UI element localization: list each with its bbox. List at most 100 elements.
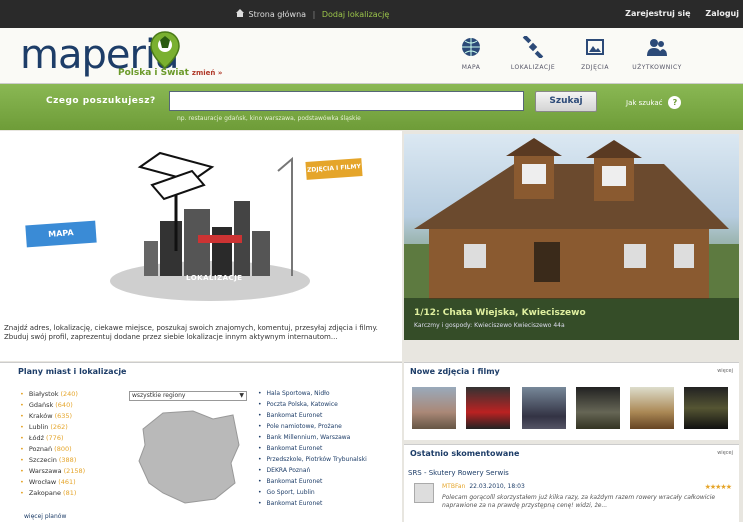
search-input[interactable] (169, 91, 524, 111)
panel-title: Ostatnio skomentowane (410, 449, 520, 458)
place-item[interactable]: Przedszkole, Piotrków Trybunalski (258, 456, 367, 467)
home-icon (236, 9, 244, 17)
city-item[interactable]: Wrocław(461) (20, 478, 85, 489)
hero-description: Znajdź adres, lokalizację, ciekawe miejs… (4, 324, 378, 341)
city-item[interactable]: Lublin(262) (20, 423, 85, 434)
help-icon: ? (668, 96, 682, 109)
place-item[interactable]: DEKRA Poznań (258, 467, 367, 478)
place-item[interactable]: Bank Millennium, Warszawa (258, 434, 367, 445)
tagline: Polska i Świat zmień » (118, 68, 222, 78)
logo-pin-icon (150, 31, 180, 69)
city-item[interactable]: Warszawa(2158) (20, 467, 85, 478)
recent-comments-panel: Ostatnio skomentowane więcej SRS - Skute… (404, 444, 739, 522)
nav-label: LOKALIZACJE (510, 64, 556, 71)
region-name: Polska i Świat (118, 68, 189, 78)
city-name: Gdańsk (28, 401, 54, 409)
city-item[interactable]: Białystok(240) (20, 390, 85, 401)
city-name: Łódź (28, 434, 45, 442)
city-name: Wrocław (28, 478, 57, 486)
nav-label: MAPA (461, 64, 481, 71)
photo-thumbnail[interactable] (522, 387, 566, 429)
nav-lokalizacje[interactable]: LOKALIZACJE (502, 36, 564, 71)
city-count: (800) (54, 445, 72, 453)
region-select-value: wszystkie regiony (132, 392, 186, 399)
city-count: (461) (58, 478, 76, 486)
place-item[interactable]: Bankomat Euronet (258, 478, 367, 489)
city-item[interactable]: Kraków(635) (20, 412, 85, 423)
city-item[interactable]: Łódź(776) (20, 434, 85, 445)
place-item[interactable]: Bankomat Euronet (258, 445, 367, 456)
city-count: (240) (60, 390, 78, 398)
city-item[interactable]: Szczecin(388) (20, 456, 85, 467)
region-select[interactable]: wszystkie regiony ▼ (129, 391, 247, 401)
photo-thumbnail[interactable] (684, 387, 728, 429)
comment-user[interactable]: MTBFan (442, 483, 465, 490)
city-list: Białystok(240) Gdańsk(640) Kraków(635) L… (20, 390, 85, 500)
home-link[interactable]: Strona główna (249, 10, 307, 19)
rating-stars-icon: ★★★★★ (704, 483, 732, 491)
photo-thumbnail[interactable] (630, 387, 674, 429)
place-item[interactable]: Go Sport, Lublin (258, 489, 367, 500)
photo-thumbnail[interactable] (412, 387, 456, 429)
chevron-down-icon: ▼ (239, 392, 244, 399)
city-name: Białystok (28, 390, 59, 398)
add-location-link[interactable]: Dodaj lokalizację (322, 10, 389, 19)
nav-label: ZDJĘCIA (581, 64, 609, 71)
poland-map[interactable] (135, 405, 245, 505)
top-links: Strona główna | Dodaj lokalizację (236, 9, 389, 19)
city-count: (2158) (63, 467, 86, 475)
panel-title: Plany miast i lokalizacje (18, 367, 127, 376)
globe-icon (462, 38, 480, 56)
place-item[interactable]: Poczta Polska, Katowice (258, 401, 367, 412)
satellite-icon (522, 36, 544, 58)
hero-illustration: MAPA ZDJĘCIA I FILMY LOKALIZACJE Znajdź … (0, 131, 402, 361)
city-count: (776) (46, 434, 64, 442)
photo-title[interactable]: 1/12: Chata Wiejska, Kwieciszewo (414, 308, 586, 318)
change-region-link[interactable]: zmień » (192, 69, 222, 77)
more-plans-link[interactable]: więcej planów (24, 513, 66, 520)
search-bar: Czego poszukujesz? np. restauracje gdańs… (0, 84, 743, 130)
separator: | (312, 10, 316, 19)
city-count: (640) (55, 401, 73, 409)
panel-title: Nowe zdjęcia i filmy (410, 367, 500, 376)
photo-icon (586, 39, 604, 55)
nav-zdjecia[interactable]: ZDJĘCIA (564, 36, 626, 71)
city-count: (388) (58, 456, 77, 464)
more-link[interactable]: więcej (717, 450, 733, 456)
users-icon (647, 39, 667, 56)
place-item[interactable]: Pole namiotowe, Prożane (258, 423, 367, 434)
city-item[interactable]: Zakopane(81) (20, 489, 85, 500)
city-item[interactable]: Poznań(800) (20, 445, 85, 456)
photo-thumbnail[interactable] (466, 387, 510, 429)
top-bar: Strona główna | Dodaj lokalizację Zareje… (0, 0, 743, 28)
photo-thumbnail[interactable] (576, 387, 620, 429)
comment-meta: MTBFan 22.03.2010, 18:03 (442, 483, 525, 490)
search-help-label: Jak szukać (626, 99, 663, 107)
city-name: Szczecin (28, 456, 57, 464)
city-item[interactable]: Gdańsk(640) (20, 401, 85, 412)
photo-subtitle: Karczmy i gospody: Kwieciszewo Kwiecisze… (414, 322, 565, 329)
register-link[interactable]: Zarejestruj się (625, 9, 690, 18)
city-name: Zakopane (28, 489, 62, 497)
place-item[interactable]: Bankomat Euronet (258, 412, 367, 423)
login-link[interactable]: Zaloguj (705, 9, 739, 18)
new-photos-panel: Nowe zdjęcia i filmy więcej (404, 362, 739, 440)
comment-item-title[interactable]: SRS - Skutery Rowery Serwis (408, 469, 509, 477)
more-link[interactable]: więcej (717, 368, 733, 374)
city-name: Kraków (28, 412, 53, 420)
place-list: Hala Sportowa, Nidło Poczta Polska, Kato… (258, 390, 367, 511)
city-count: (635) (54, 412, 73, 420)
place-item[interactable]: Hala Sportowa, Nidło (258, 390, 367, 401)
nav-mapa[interactable]: MAPA (440, 36, 502, 71)
nav-label: UŻYTKOWNICY (632, 64, 682, 71)
header: maperia Polska i Świat zmień » MAPA LOKAL… (0, 28, 743, 84)
lokalizacje-tag[interactable]: LOKALIZACJE (186, 274, 243, 282)
avatar[interactable] (414, 483, 434, 503)
nav-uzytkownicy[interactable]: UŻYTKOWNICY (626, 36, 688, 71)
place-item[interactable]: Bankomat Euronet (258, 500, 367, 511)
featured-photo[interactable]: 1/12: Chata Wiejska, Kwieciszewo Karczmy… (404, 134, 739, 340)
search-help[interactable]: Jak szukać? (626, 96, 682, 109)
search-button[interactable]: Szukaj (535, 91, 597, 112)
city-name: Poznań (28, 445, 53, 453)
comment-text: Polecam gorącolll skorzystałem już kilka… (442, 494, 716, 509)
